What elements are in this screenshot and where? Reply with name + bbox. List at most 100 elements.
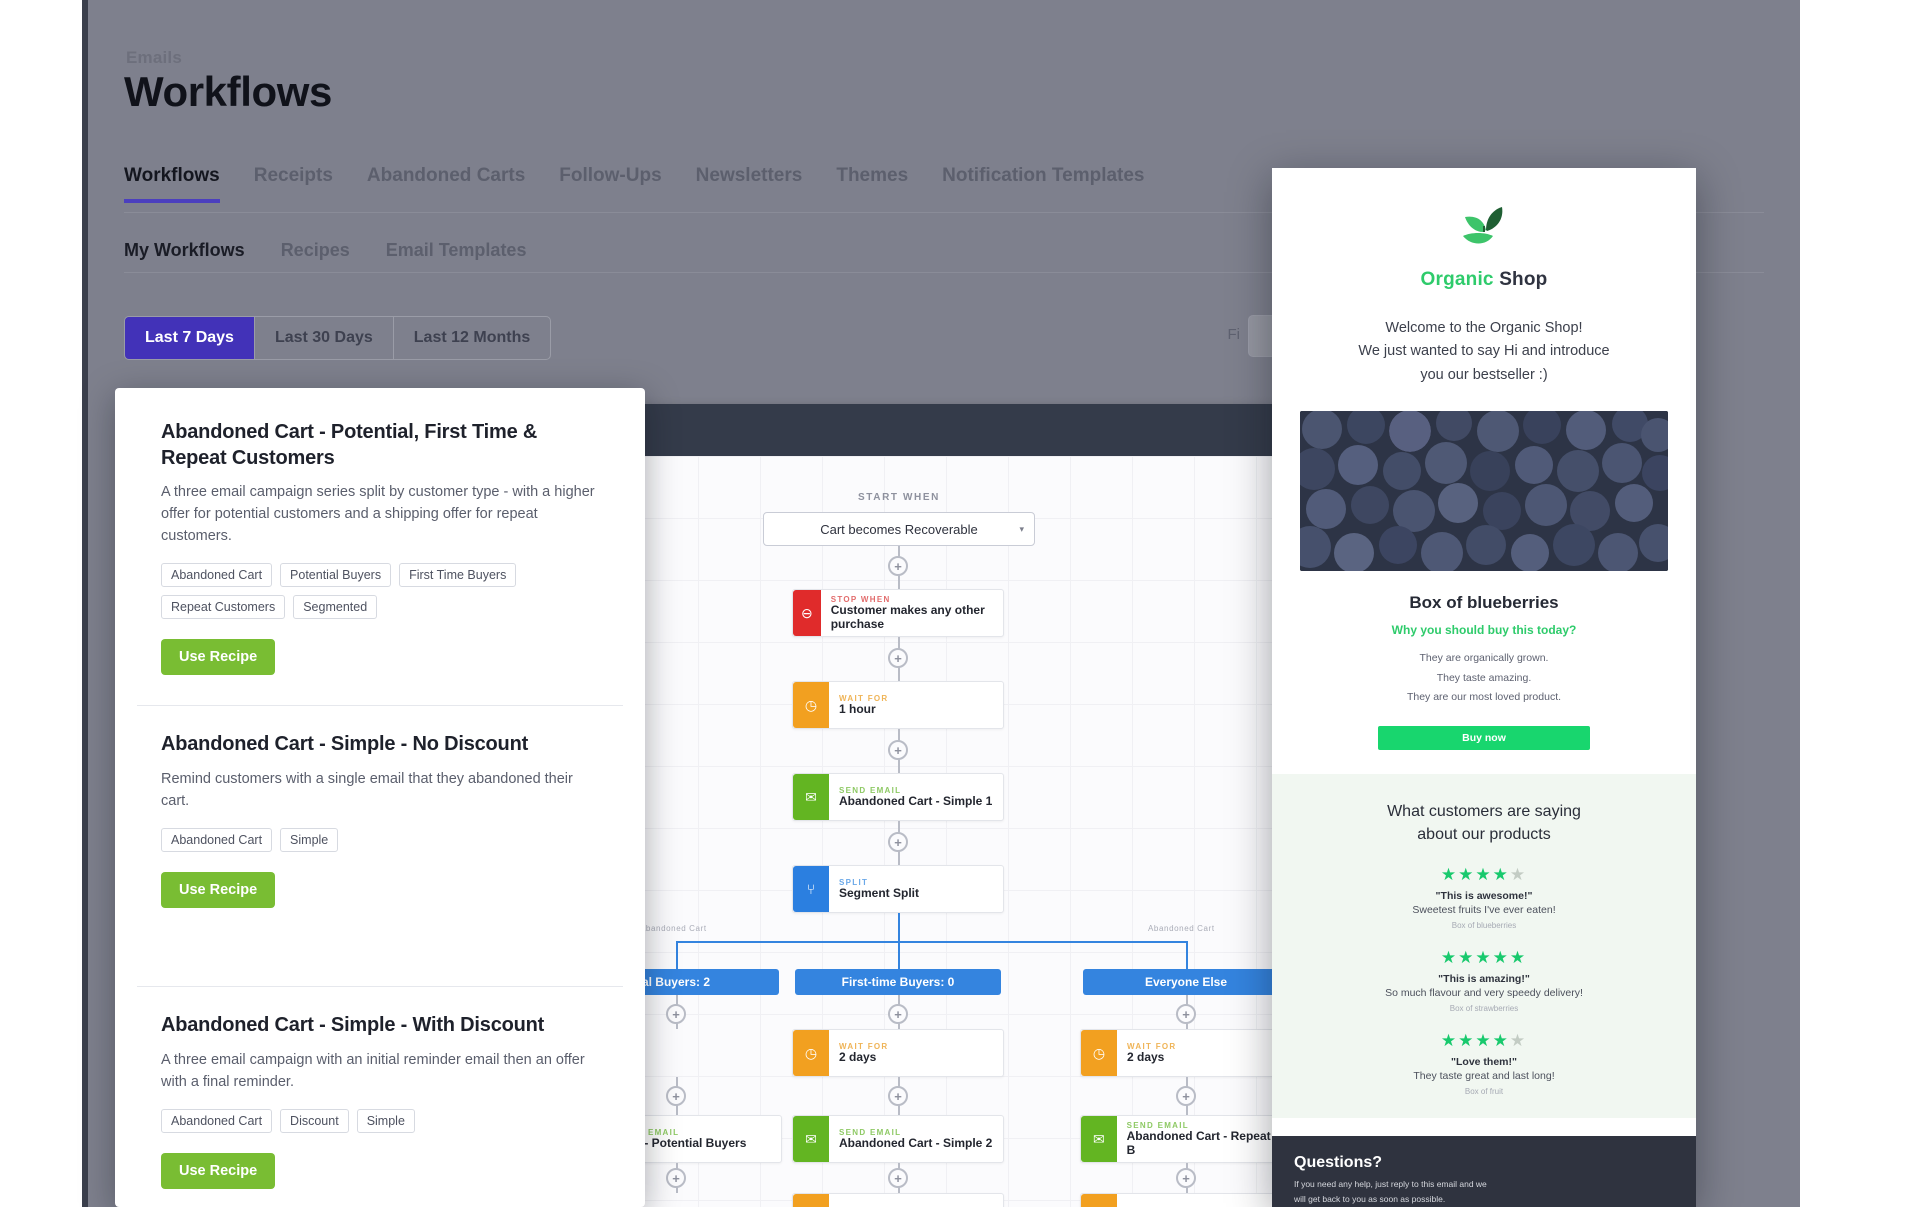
use-recipe-button[interactable]: Use Recipe [161,871,276,908]
tab-newsletters[interactable]: Newsletters [696,165,803,199]
branch-banner-first-time-buyers[interactable]: First-time Buyers: 0 [795,969,1001,995]
review-quote: "This is amazing!" [1438,973,1530,986]
recipe-card[interactable]: Abandoned Cart - Simple - No Discount Re… [137,706,623,987]
recipe-tag[interactable]: First Time Buyers [399,563,517,588]
envelope-icon: ✉ [793,1116,829,1162]
branch-banner-everyone-else[interactable]: Everyone Else [1083,969,1289,995]
footer-title: Questions? [1294,1154,1383,1172]
review-body: They taste great and last long! [1413,1070,1555,1083]
recipe-tag[interactable]: Simple [356,1108,415,1133]
add-step-button[interactable]: + [1176,1004,1196,1024]
recipe-tag[interactable]: Simple [280,827,339,852]
recipe-title: Abandoned Cart - Simple - No Discount [161,733,529,756]
review-author: Box of strawberries [1449,1004,1519,1014]
recipe-tag[interactable]: Abandoned Cart [161,827,273,852]
application-root: Emails Workflows Workflows Receipts Aban… [0,0,1920,1207]
tab-follow-ups[interactable]: Follow-Ups [559,165,661,199]
recipe-title: Abandoned Cart - Simple - With Discount [161,1013,545,1036]
date-range-last-7-days[interactable]: Last 7 Days [125,317,255,359]
add-step-button[interactable]: + [888,832,908,852]
plant-leaf-logo-icon [1463,207,1503,244]
recipe-tag-row: Abandoned Cart Simple [161,827,599,852]
recipe-tag[interactable]: Potential Buyers [280,563,392,588]
node-send-email[interactable]: ✉ SEND EMAIL Abandoned Cart - Simple 2 [792,1115,1004,1163]
add-step-button[interactable]: + [888,1004,908,1024]
product-subtitle: Why you should buy this today? [1391,623,1577,638]
recipe-tag[interactable]: Abandoned Cart [161,563,273,588]
add-step-button[interactable]: + [888,556,908,576]
date-range-segmented-control: Last 7 Days Last 30 Days Last 12 Months [124,316,552,360]
review-body: So much flavour and very speedy delivery… [1385,987,1583,1000]
clock-icon: ◷ [1081,1194,1117,1207]
use-recipe-button[interactable]: Use Recipe [161,639,276,676]
email-logo-block: Organic Shop [1272,168,1696,291]
clock-icon: ◷ [793,1030,829,1076]
brand-word-organic: Organic [1420,269,1494,290]
add-step-button[interactable]: + [888,1168,908,1188]
add-step-button[interactable]: + [666,1168,686,1188]
recipe-tag[interactable]: Discount [280,1108,349,1133]
buy-now-button[interactable]: Buy now [1378,725,1590,750]
node-wait-for[interactable]: ◷ WAIT FOR 2 days [792,1029,1004,1077]
envelope-icon: ✉ [793,774,829,820]
add-step-button[interactable]: + [666,1086,686,1106]
add-step-button[interactable]: + [888,1086,908,1106]
node-title: 2 days [1127,1049,1165,1064]
node-send-email[interactable]: ✉ SEND EMAIL Abandoned Cart - Repeat B [1080,1115,1292,1163]
reviews-title: What customers are saying about our prod… [1387,802,1581,844]
review-item: ★★★★★ "Love them!" They taste great and … [1306,1031,1662,1096]
star-rating-icon: ★★★★★ [1440,865,1528,885]
product-name: Box of blueberries [1409,593,1559,613]
branch-tag-left: Abandoned Cart [640,924,707,933]
subtab-email-templates[interactable]: Email Templates [386,240,527,261]
start-trigger-value: Cart becomes Recoverable [820,521,978,537]
right-gutter [1800,0,1920,1207]
recipe-description: Remind customers with a single email tha… [161,770,573,809]
tab-abandoned-carts[interactable]: Abandoned Carts [367,165,525,199]
node-stop-when[interactable]: ⊖ STOP WHEN Customer makes any other pur… [792,589,1004,637]
use-recipe-button[interactable]: Use Recipe [161,1152,276,1189]
recipe-card[interactable]: Abandoned Cart - Potential, First Time &… [137,388,623,707]
start-trigger-select[interactable]: Cart becomes Recoverable ▾ [763,512,1035,546]
product-bullets: They are organically grown. They taste a… [1406,652,1562,704]
add-step-button[interactable]: + [888,740,908,760]
recipe-tag[interactable]: Abandoned Cart [161,1108,273,1133]
node-title: 2 days [839,1049,877,1064]
recipe-tag-row: Abandoned Cart Potential Buyers First Ti… [161,563,599,620]
star-rating-icon: ★★★★★ [1440,1031,1528,1051]
add-step-button[interactable]: + [888,648,908,668]
tab-receipts[interactable]: Receipts [254,165,333,199]
node-title: Abandoned Cart - Repeat B [1126,1128,1271,1157]
review-author: Box of fruit [1464,1087,1504,1097]
date-range-last-30-days[interactable]: Last 30 Days [255,317,394,359]
breadcrumb[interactable]: Emails [126,48,182,68]
node-wait-for[interactable]: ◷ WAIT FOR 1 hour [792,681,1004,729]
node-title: 1 hour [839,701,876,716]
email-preview-panel: Organic Shop Welcome to the Organic Shop… [1272,168,1696,1207]
recipe-tag[interactable]: Segmented [293,595,378,620]
email-footer: Questions? If you need any help, just re… [1272,1136,1696,1207]
node-wait-for[interactable]: ◷ WAIT FOR [792,1193,1004,1207]
node-title: Segment Split [839,885,920,900]
tab-notification-templates[interactable]: Notification Templates [942,165,1144,199]
node-title: Abandoned Cart - Simple 1 [839,793,993,808]
subtab-recipes[interactable]: Recipes [281,240,350,261]
filter-label: Fi [1227,326,1241,343]
clock-icon: ◷ [793,1194,829,1207]
add-step-button[interactable]: + [1176,1168,1196,1188]
review-body: Sweetest fruits I've ever eaten! [1412,904,1556,917]
recipe-tag[interactable]: Repeat Customers [161,595,286,620]
email-reviews-section: What customers are saying about our prod… [1272,773,1696,1119]
tab-themes[interactable]: Themes [836,165,908,199]
date-range-last-12-months[interactable]: Last 12 Months [394,317,550,359]
node-wait-for[interactable]: ◷ WAIT FOR [1080,1193,1292,1207]
node-wait-for[interactable]: ◷ WAIT FOR 2 days [1080,1029,1292,1077]
tab-workflows[interactable]: Workflows [124,165,220,203]
subtab-my-workflows[interactable]: My Workflows [124,240,245,261]
recipe-card[interactable]: Abandoned Cart - Simple - With Discount … [137,987,623,1207]
node-title: Abandoned Cart - Simple 2 [839,1135,993,1150]
add-step-button[interactable]: + [1176,1086,1196,1106]
node-segment-split[interactable]: ⑂ SPLIT Segment Split [792,865,1004,913]
node-send-email[interactable]: ✉ SEND EMAIL Abandoned Cart - Simple 1 [792,773,1004,821]
add-step-button[interactable]: + [666,1004,686,1024]
